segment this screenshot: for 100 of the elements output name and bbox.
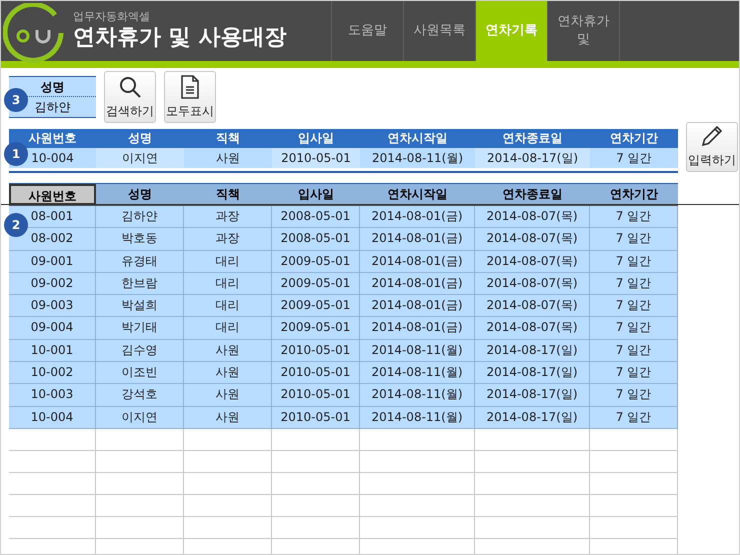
table-cell[interactable]: 2014-08-17(일) [486,387,578,402]
table-cell[interactable]: 2009-05-01 [280,276,350,290]
column-header[interactable]: 연차종료일 [475,184,590,205]
table-cell[interactable]: 2009-05-01 [280,254,350,268]
table-cell[interactable]: 7 일간 [616,276,652,290]
column-header: 성명 [127,130,153,147]
table-cell[interactable]: 7 일간 [616,151,652,165]
table-cell[interactable]: 7 일간 [616,320,652,334]
table-cell[interactable]: 2014-08-01(금) [371,209,463,223]
table-cell[interactable]: 2014-08-11(월) [371,342,463,357]
table-cell[interactable]: 2014-08-17(일) [486,365,578,380]
table-cell[interactable]: 2014-08-01(금) [371,254,463,268]
column-header[interactable]: 연차시작일 [360,184,475,205]
table-cell[interactable]: 10-004 [30,410,74,424]
table-cell[interactable]: 2014-08-17(일) [486,342,578,357]
table-cell[interactable]: 사원 [216,365,240,380]
column-header: 사원번호 [28,130,78,147]
table-cell[interactable]: 2010-05-01 [280,365,350,380]
table-cell[interactable]: 7 일간 [616,387,652,402]
column-header[interactable]: 성명 [96,184,184,205]
search-button[interactable]: 검색하기 [104,71,156,123]
table-cell[interactable]: 7 일간 [616,298,652,312]
table-cell[interactable]: 2014-08-01(금) [371,298,463,312]
table-cell[interactable]: 한브람 [122,276,158,290]
table-cell[interactable]: 2009-05-01 [280,320,350,334]
filter-value[interactable]: 김하얀 [34,100,70,114]
table-cell[interactable]: 강석호 [122,387,158,402]
column-header: 연차종료일 [502,130,564,147]
table-cell[interactable]: 7 일간 [616,365,652,380]
table-cell[interactable]: 과장 [216,209,240,223]
table-cell[interactable]: 대리 [216,276,240,290]
table-cell[interactable]: 7 일간 [616,410,652,424]
app-title: 연차휴가 및 사용대장 [73,24,286,52]
column-header[interactable]: 사원번호 [9,184,96,205]
table-cell[interactable]: 박기태 [122,320,158,334]
pencil-icon [700,124,724,148]
table-cell[interactable]: 09-004 [30,320,74,334]
table-cell[interactable]: 2014-08-01(금) [371,320,463,334]
table-cell[interactable]: 2010-05-01 [280,387,350,402]
step-badge: 3 [4,88,28,112]
table-cell[interactable]: 7 일간 [616,209,652,223]
table-cell[interactable]: 2008-05-01 [280,231,350,246]
column-header[interactable]: 직책 [184,184,272,205]
table-cell[interactable]: 사원 [216,410,240,424]
table-cell[interactable]: 10-003 [30,387,74,402]
table-cell[interactable]: 2014-08-11(월) [371,410,463,424]
table-cell[interactable]: 2014-08-07(목) [486,209,578,223]
table-cell[interactable]: 2014-08-01(금) [371,231,463,246]
table-cell[interactable]: 2010-05-01 [280,410,350,424]
table-cell[interactable]: 2008-05-01 [280,209,350,223]
table-cell[interactable]: 이지연 [122,410,158,424]
show-all-button[interactable]: 모두표시 [164,71,216,123]
table-cell[interactable]: 09-003 [30,298,74,312]
table-cell[interactable]: 대리 [216,254,240,268]
table-cell[interactable]: 2014-08-11(월) [372,151,464,165]
logo-icon [3,3,65,63]
column-header: 연차기간 [609,130,659,147]
table-cell[interactable]: 이조빈 [122,365,158,380]
column-header: 직책 [215,130,241,147]
table-cell[interactable]: 08-001 [30,209,74,223]
table-cell[interactable]: 대리 [216,298,240,312]
column-header[interactable]: 연차기간 [590,184,678,205]
table-cell[interactable]: 2014-08-17(일) [486,410,578,424]
table-cell[interactable]: 7 일간 [616,342,652,357]
table-cell[interactable]: 7 일간 [616,254,652,268]
table-cell[interactable]: 2010-05-01 [280,342,350,357]
table-cell[interactable]: 사원 [216,342,240,357]
table-cell[interactable]: 사원 [216,387,240,402]
table-cell[interactable]: 김하얀 [122,209,158,223]
input-button[interactable]: 입력하기 [686,122,738,172]
table-cell[interactable]: 2014-08-07(목) [486,298,578,312]
table-cell[interactable]: 2014-08-01(금) [371,276,463,290]
search-icon [118,75,142,99]
column-header[interactable]: 입사일 [272,184,360,205]
table-cell[interactable]: 2014-08-07(목) [486,276,578,290]
step-badge: 1 [4,142,28,166]
table-cell[interactable]: 10-004 [31,151,74,165]
table-cell[interactable]: 대리 [216,320,240,334]
step-badge: 2 [4,213,28,237]
column-header: 연차시작일 [386,130,448,147]
table-cell[interactable]: 2014-08-07(목) [486,254,578,268]
table-cell[interactable]: 2014-08-11(월) [371,365,463,380]
table-cell[interactable]: 박설희 [122,298,158,312]
table-cell[interactable]: 박호동 [122,231,158,246]
app-subtitle: 업무자동화엑셀 [73,10,151,24]
table-cell[interactable]: 08-002 [30,231,74,246]
table-cell[interactable]: 09-002 [30,276,74,290]
table-cell[interactable]: 2014-08-11(월) [371,387,463,402]
table-cell[interactable]: 2014-08-07(목) [486,231,578,246]
table-cell[interactable]: 과장 [216,231,240,246]
table-cell[interactable]: 김수영 [122,342,158,357]
table-cell[interactable]: 09-001 [30,254,74,268]
table-cell[interactable]: 2014-08-07(목) [486,320,578,334]
table-cell[interactable]: 2009-05-01 [280,298,350,312]
table-cell[interactable]: 10-002 [30,365,74,380]
document-icon [180,75,200,99]
table-cell[interactable]: 7 일간 [616,231,652,246]
table-cell[interactable]: 사원 [216,151,240,165]
table-cell[interactable]: 10-001 [30,342,74,357]
table-cell[interactable]: 유경태 [122,254,158,268]
